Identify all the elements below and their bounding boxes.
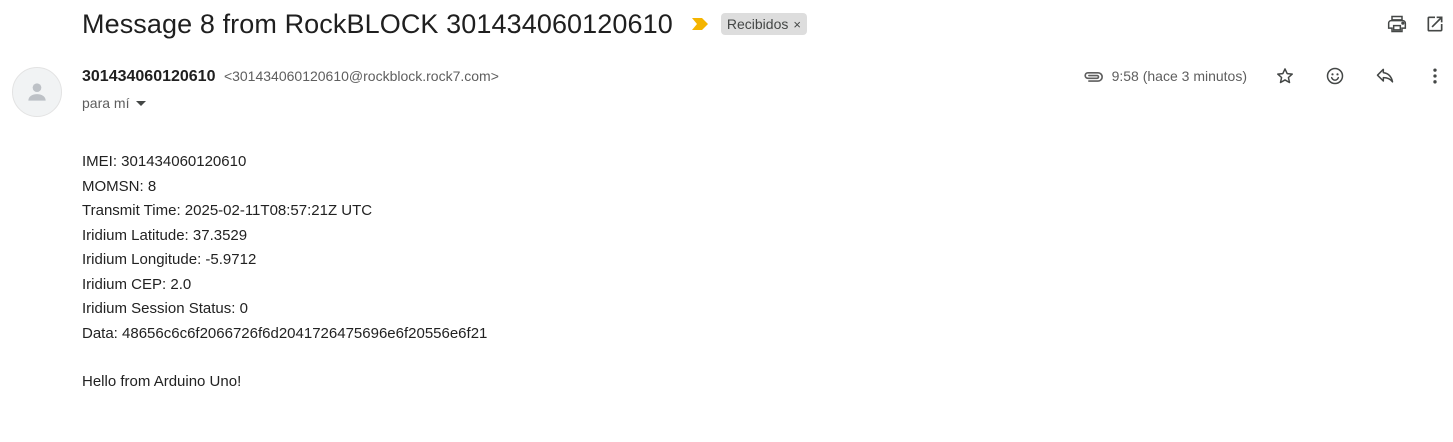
recipient-text: para mí bbox=[82, 95, 130, 111]
sender-name[interactable]: 301434060120610 bbox=[82, 68, 215, 85]
body-line-longitude: Iridium Longitude: -5.9712 bbox=[82, 251, 257, 268]
show-details-chevron-icon[interactable] bbox=[136, 100, 147, 106]
body-greeting: Hello from Arduino Uno! bbox=[82, 373, 242, 390]
more-vert-icon bbox=[1433, 68, 1437, 84]
body-line-imei: IMEI: 301434060120610 bbox=[82, 153, 247, 170]
message-time: 9:58 (hace 3 minutos) bbox=[1111, 68, 1247, 84]
body-line-data: Data: 48656c6c6f2066726f6d2041726475696e… bbox=[82, 324, 488, 342]
body-line-transmit-time: Transmit Time: 2025-02-11T08:57:21Z UTC bbox=[82, 202, 373, 219]
star-button[interactable] bbox=[1273, 64, 1297, 88]
email-subject: Message 8 from RockBLOCK 301434060120610 bbox=[82, 8, 673, 39]
reply-button[interactable] bbox=[1373, 64, 1397, 88]
reply-icon bbox=[1376, 68, 1394, 83]
subject-row: Message 8 from RockBLOCK 301434060120610… bbox=[82, 6, 807, 42]
label-chip-text: Recibidos bbox=[726, 16, 789, 32]
body-line-cep: Iridium CEP: 2.0 bbox=[82, 275, 192, 293]
star-icon bbox=[1277, 68, 1293, 84]
body-line-session-status: Iridium Session Status: 0 bbox=[82, 300, 248, 317]
print-icon bbox=[1387, 15, 1407, 33]
emoji-icon bbox=[1326, 67, 1344, 85]
print-button[interactable] bbox=[1385, 12, 1409, 36]
attachment-icon bbox=[1082, 65, 1104, 87]
remove-label-icon[interactable]: × bbox=[793, 17, 801, 32]
recipient-line[interactable]: para mí bbox=[82, 95, 147, 111]
sender-line: 301434060120610 <301434060120610@rockblo… bbox=[82, 68, 499, 86]
body-line-momsn: MOMSN: 8 bbox=[82, 177, 157, 195]
message-actions bbox=[1273, 64, 1447, 88]
message-meta: 9:58 (hace 3 minutos) bbox=[1082, 64, 1447, 88]
message-body: IMEI: 301434060120610 MOMSN: 8 Transmit … bbox=[82, 152, 487, 397]
sender-avatar[interactable] bbox=[12, 67, 62, 117]
importance-marker-icon[interactable] bbox=[691, 17, 709, 31]
open-in-new-window-button[interactable] bbox=[1423, 12, 1447, 36]
person-icon bbox=[28, 83, 46, 101]
body-line-latitude: Iridium Latitude: 37.3529 bbox=[82, 226, 248, 244]
sender-email: <301434060120610@rockblock.rock7.com> bbox=[223, 68, 499, 84]
emoji-reaction-button[interactable] bbox=[1323, 64, 1347, 88]
more-options-button[interactable] bbox=[1423, 64, 1447, 88]
label-chip-inbox[interactable]: Recibidos × bbox=[720, 13, 807, 35]
open-in-new-window-icon bbox=[1427, 16, 1443, 32]
thread-actions bbox=[1385, 12, 1447, 36]
